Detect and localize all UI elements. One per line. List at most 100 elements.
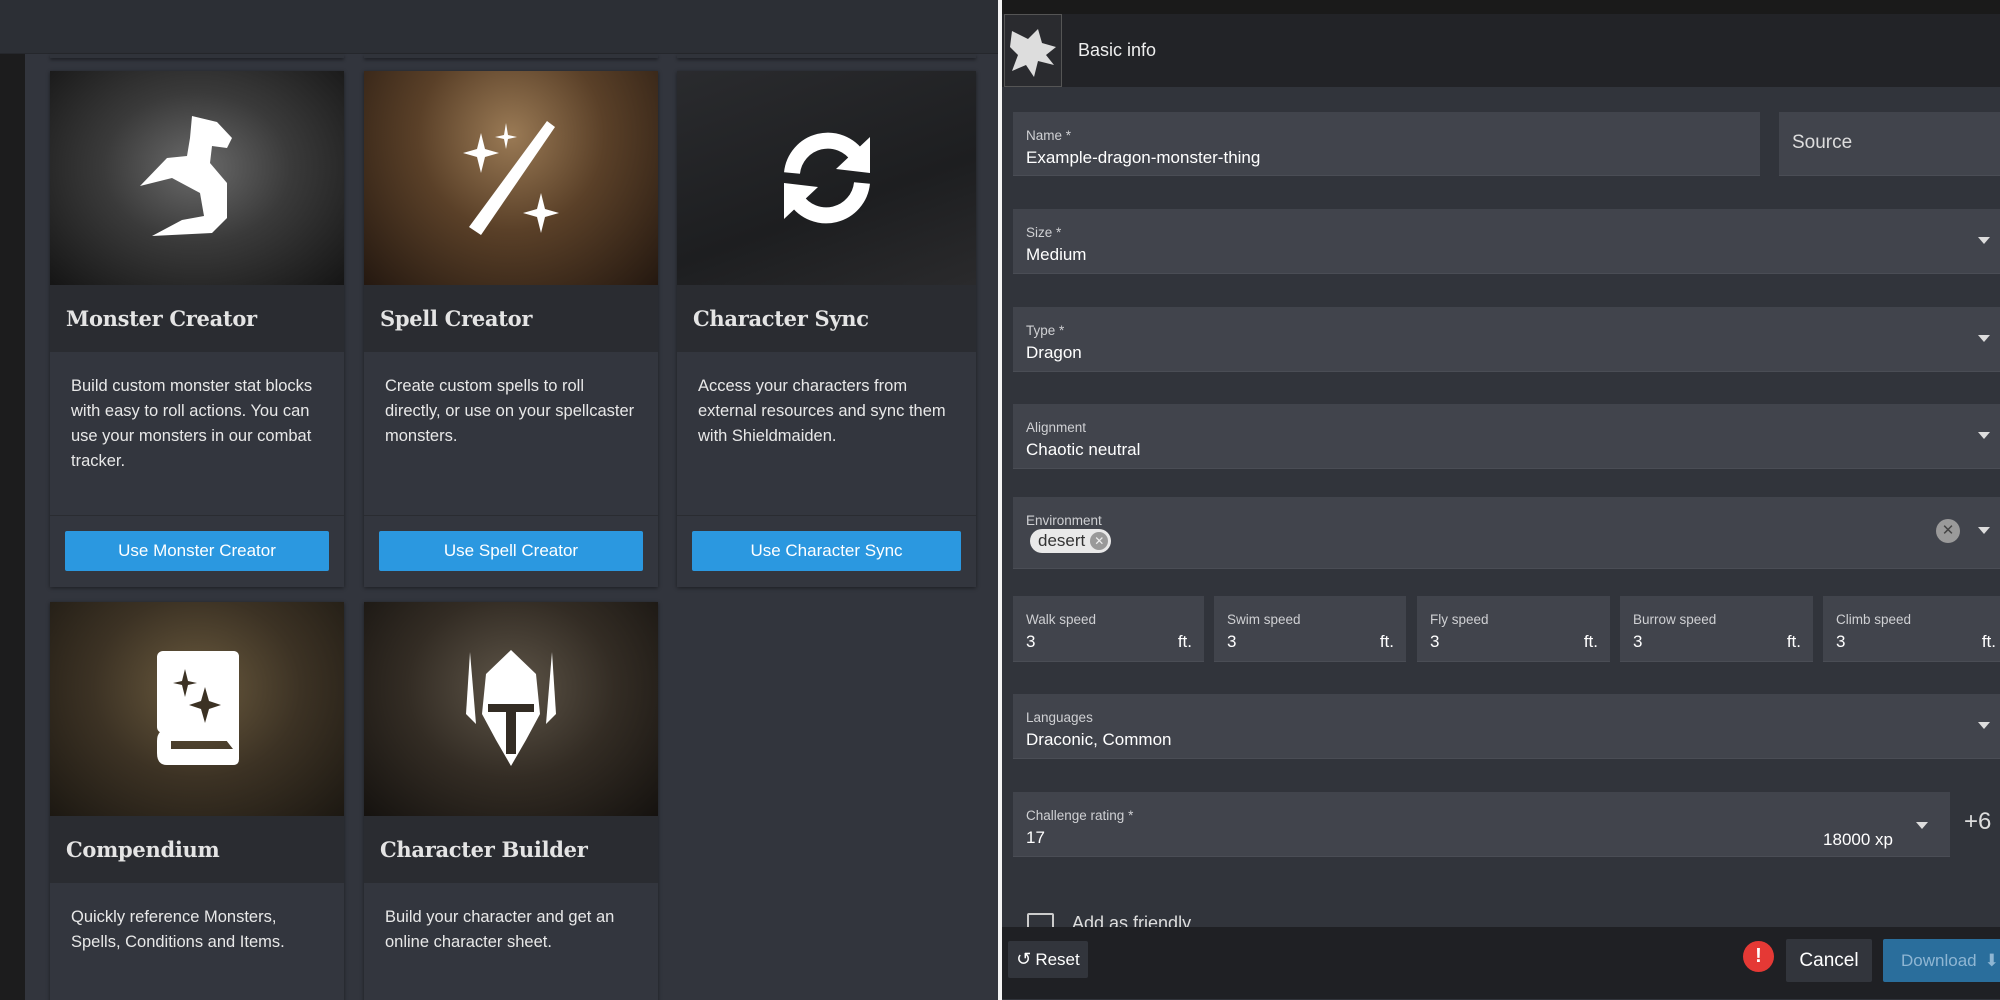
spellbook-icon (157, 651, 239, 765)
reset-label: Reset (1035, 949, 1080, 969)
challenge-rating-select[interactable]: Challenge rating * 17 18000 xp (1013, 792, 1950, 857)
section-header: Basic info (1002, 14, 2000, 87)
alignment-value: Chaotic neutral (1026, 440, 1141, 459)
card-monster-creator: Monster Creator Build custom monster sta… (50, 71, 344, 587)
download-button[interactable]: Download ⬇ (1883, 939, 2000, 982)
speed-value: 3 (1633, 632, 1643, 651)
speed-label: Swim speed (1227, 612, 1301, 627)
speed-label: Fly speed (1430, 612, 1489, 627)
proficiency-bonus: +6 (1964, 808, 1992, 835)
caret-down-icon[interactable] (1916, 822, 1928, 829)
card-title: Character Builder (364, 816, 658, 883)
challenge-rating-label: Challenge rating * (1026, 808, 1134, 823)
helmet-icon (466, 650, 556, 766)
speed-value: 3 (1227, 632, 1237, 651)
card-character-sync: Character Sync Access your characters fr… (677, 71, 976, 587)
alignment-label: Alignment (1026, 420, 1087, 435)
card-description: Create custom spells to roll directly, o… (385, 377, 635, 445)
chip-label: desert (1038, 531, 1086, 550)
card-stub (364, 54, 658, 58)
speed-unit: ft. (1786, 632, 1801, 651)
name-label: Name * (1026, 128, 1072, 143)
background-strip (0, 54, 25, 1000)
alignment-select[interactable]: Alignment Chaotic neutral (1013, 404, 2000, 469)
magic-wand-icon (463, 121, 559, 235)
speed-unit: ft. (1583, 632, 1598, 651)
use-spell-creator-button[interactable]: Use Spell Creator (379, 531, 643, 571)
size-label: Size * (1026, 225, 1062, 240)
card-title: Spell Creator (364, 285, 658, 352)
card-compendium: Compendium Quickly reference Monsters, S… (50, 602, 344, 1000)
name-value: Example-dragon-monster-thing (1026, 148, 1261, 167)
card-image (677, 71, 976, 285)
speed-unit: ft. (1379, 632, 1394, 651)
section-title: Basic info (1078, 40, 1157, 60)
caret-down-icon[interactable] (1978, 722, 1990, 729)
challenge-rating-value: 17 (1026, 828, 1045, 847)
source-placeholder: Source (1792, 132, 1853, 153)
speed-value: 3 (1430, 632, 1440, 651)
card-image (50, 71, 344, 285)
card-image (364, 71, 658, 285)
speed-value: 3 (1026, 632, 1036, 651)
xp-value: 18000 xp (1823, 830, 1893, 849)
undo-icon: ↺ (1016, 949, 1032, 969)
card-spell-creator: Spell Creator Create custom spells to ro… (364, 71, 658, 587)
card-description: Build your character and get an online c… (385, 908, 615, 951)
speed-label: Burrow speed (1633, 612, 1717, 627)
languages-select[interactable]: Languages Draconic, Common (1013, 694, 2000, 759)
swim-speed-field[interactable]: Swim speed 3 ft. (1214, 596, 1406, 662)
clear-icon[interactable]: ✕ (1936, 519, 1960, 543)
languages-value: Draconic, Common (1026, 730, 1172, 749)
speed-value: 3 (1836, 632, 1846, 651)
climb-speed-field[interactable]: Climb speed 3 ft. (1823, 596, 2000, 662)
card-description: Quickly reference Monsters, Spells, Cond… (71, 908, 285, 951)
dragon-icon (140, 116, 232, 236)
caret-down-icon[interactable] (1978, 237, 1990, 244)
type-select[interactable]: Type * Dragon (1013, 307, 2000, 372)
environment-select[interactable]: Environment desert ✕ ✕ (1013, 497, 2000, 569)
dragon-head-icon (1010, 28, 1056, 77)
caret-down-icon[interactable] (1978, 335, 1990, 342)
speed-unit: ft. (1981, 632, 1996, 651)
card-footer: Use Spell Creator (364, 515, 658, 587)
caret-down-icon[interactable] (1978, 527, 1990, 534)
environment-chip[interactable]: desert ✕ (1030, 529, 1112, 553)
use-character-sync-button[interactable]: Use Character Sync (692, 531, 961, 571)
card-title: Compendium (50, 816, 344, 883)
card-description: Build custom monster stat blocks with ea… (71, 377, 313, 470)
languages-label: Languages (1026, 710, 1093, 725)
size-value: Medium (1026, 245, 1087, 264)
source-field[interactable]: Source (1779, 112, 2000, 176)
monster-form-panel: Basic info Name * Example-dragon-monster… (1002, 0, 2000, 1000)
speed-unit: ft. (1177, 632, 1192, 651)
sync-icon (783, 132, 870, 224)
chip-remove-icon[interactable]: ✕ (1090, 532, 1109, 550)
card-footer: Use Monster Creator (50, 515, 344, 587)
alert-icon[interactable]: ! (1743, 941, 1774, 972)
card-image (364, 602, 658, 816)
size-select[interactable]: Size * Medium (1013, 209, 2000, 274)
card-character-builder: Character Builder Build your character a… (364, 602, 658, 1000)
use-monster-creator-button[interactable]: Use Monster Creator (65, 531, 329, 571)
type-label: Type * (1026, 323, 1065, 338)
monster-avatar[interactable] (1004, 14, 1062, 87)
card-footer: Use Character Sync (677, 515, 976, 587)
card-title: Character Sync (677, 285, 976, 352)
download-icon: ⬇ (1984, 950, 1999, 970)
speed-label: Climb speed (1836, 612, 1912, 627)
fly-speed-field[interactable]: Fly speed 3 ft. (1417, 596, 1610, 662)
caret-down-icon[interactable] (1978, 432, 1990, 439)
cancel-button[interactable]: Cancel (1786, 939, 1872, 982)
reset-button[interactable]: ↺ Reset (1008, 941, 1088, 978)
card-title: Monster Creator (50, 285, 344, 352)
walk-speed-field[interactable]: Walk speed 3 ft. (1013, 596, 1204, 662)
card-image (50, 602, 344, 816)
type-value: Dragon (1026, 343, 1082, 362)
name-field[interactable]: Name * Example-dragon-monster-thing (1013, 112, 1760, 176)
burrow-speed-field[interactable]: Burrow speed 3 ft. (1620, 596, 1813, 662)
features-panel: Monster Creator Build custom monster sta… (0, 0, 998, 1000)
background-strip (1002, 0, 2000, 14)
environment-label: Environment (1026, 513, 1102, 528)
speed-label: Walk speed (1026, 612, 1097, 627)
